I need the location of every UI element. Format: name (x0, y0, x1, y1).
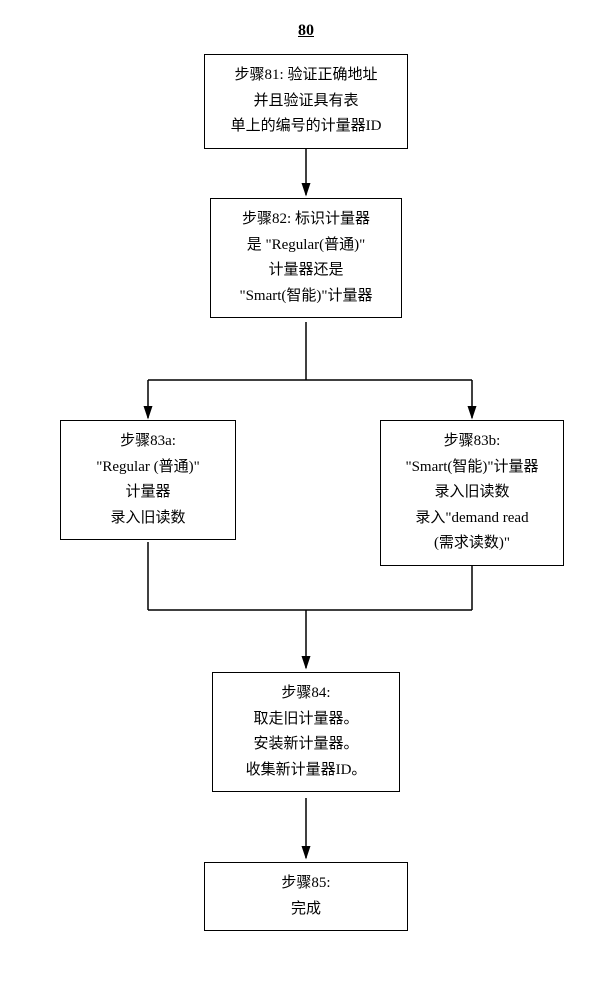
step-83b-line1: 步骤83b: (387, 429, 557, 455)
step-83a-line3: 计量器 (67, 480, 229, 506)
step-83a-box: 步骤83a: "Regular (普通)" 计量器 录入旧读数 (60, 420, 236, 540)
step-85-line1: 步骤85: (211, 871, 401, 897)
step-84-line4: 收集新计量器ID。 (219, 758, 393, 784)
step-83a-line4: 录入旧读数 (67, 506, 229, 532)
step-83a-line2: "Regular (普通)" (67, 455, 229, 481)
step-83b-line3: 录入旧读数 (387, 480, 557, 506)
step-83a-line1: 步骤83a: (67, 429, 229, 455)
step-83b-line4: 录入"demand read (387, 506, 557, 532)
step-81-line1: 步骤81: 验证正确地址 (211, 63, 401, 89)
step-83b-box: 步骤83b: "Smart(智能)"计量器 录入旧读数 录入"demand re… (380, 420, 564, 566)
step-82-line1: 步骤82: 标识计量器 (217, 207, 395, 233)
step-82-line3: 计量器还是 (217, 258, 395, 284)
step-84-line2: 取走旧计量器。 (219, 707, 393, 733)
step-85-line2: 完成 (211, 897, 401, 923)
step-84-line3: 安装新计量器。 (219, 732, 393, 758)
step-81-box: 步骤81: 验证正确地址 并且验证具有表 单上的编号的计量器ID (204, 54, 408, 149)
step-83b-line2: "Smart(智能)"计量器 (387, 455, 557, 481)
step-83b-line5: (需求读数)" (387, 531, 557, 557)
step-81-line2: 并且验证具有表 (211, 89, 401, 115)
step-82-line2: 是 "Regular(普通)" (217, 233, 395, 259)
step-85-box: 步骤85: 完成 (204, 862, 408, 931)
step-84-box: 步骤84: 取走旧计量器。 安装新计量器。 收集新计量器ID。 (212, 672, 400, 792)
diagram-title: 80 (0, 22, 612, 40)
step-82-line4: "Smart(智能)"计量器 (217, 284, 395, 310)
step-81-line3: 单上的编号的计量器ID (211, 114, 401, 140)
step-84-line1: 步骤84: (219, 681, 393, 707)
step-82-box: 步骤82: 标识计量器 是 "Regular(普通)" 计量器还是 "Smart… (210, 198, 402, 318)
